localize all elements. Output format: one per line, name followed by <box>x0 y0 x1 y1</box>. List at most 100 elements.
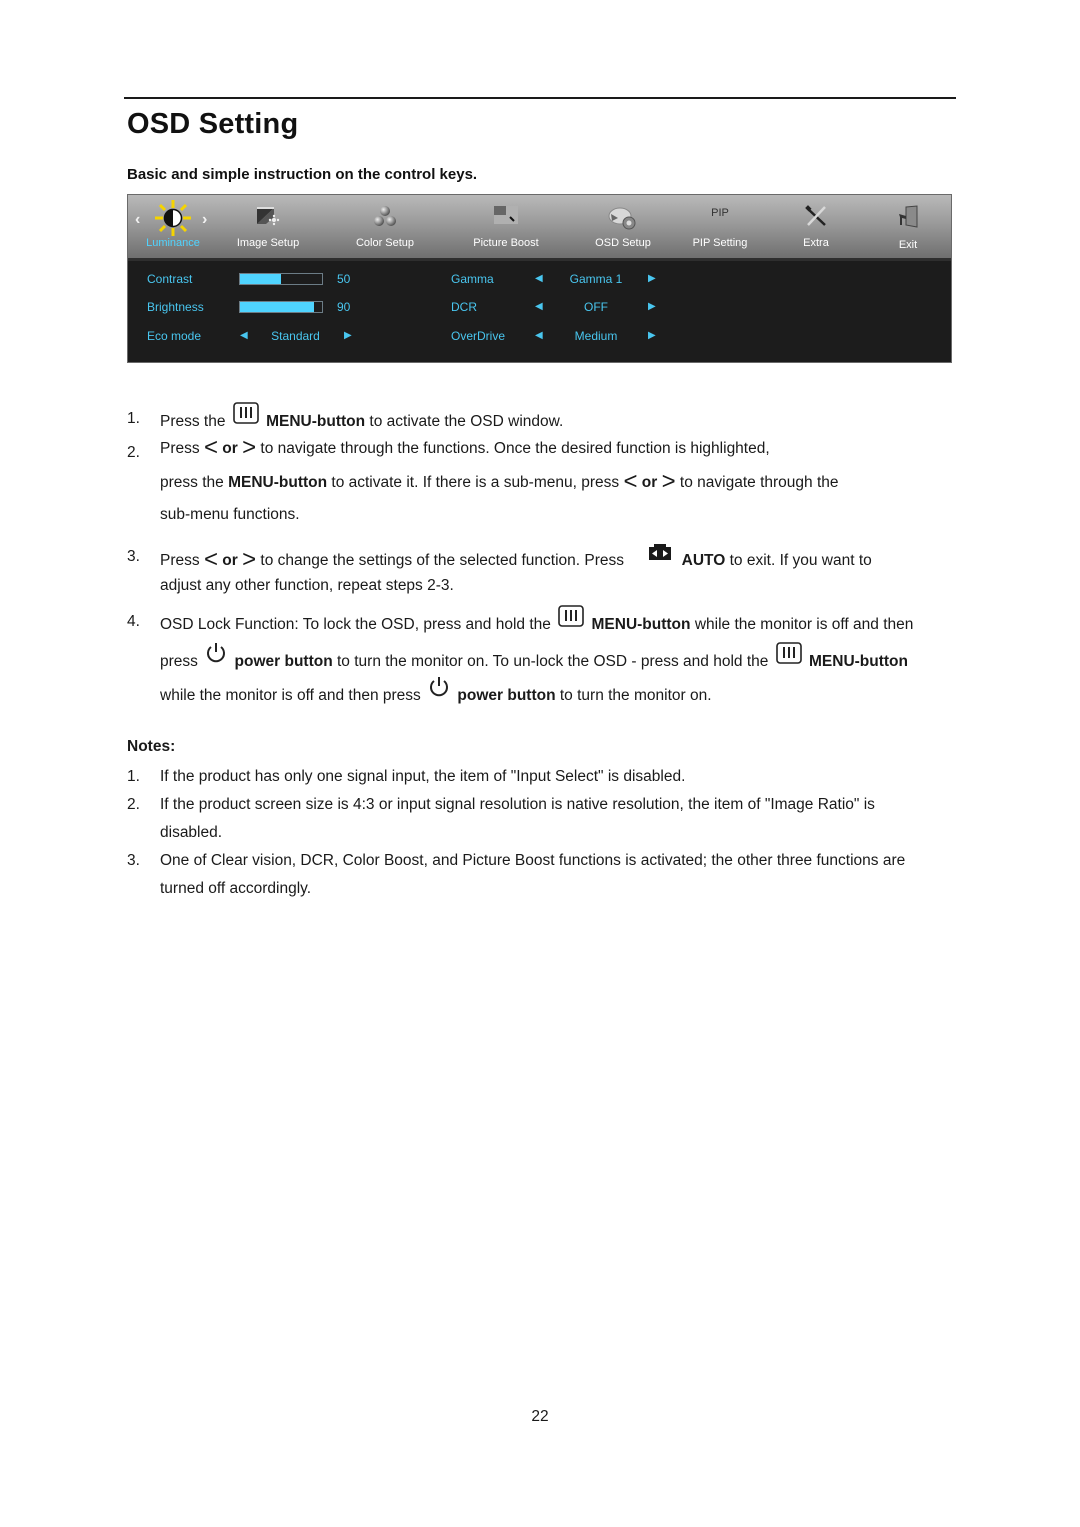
tools-icon <box>804 205 828 232</box>
power-button-label: power button <box>457 687 556 704</box>
osd-tab-label: Image Setup <box>236 237 300 249</box>
or-label: or <box>222 440 238 457</box>
step-text: press <box>160 653 198 670</box>
or-label: or <box>222 552 238 569</box>
chevron-left-icon: < <box>623 468 638 495</box>
note-1-number: 1. <box>127 768 140 785</box>
overdrive-left-arrow-icon: ◀ <box>535 330 543 341</box>
notes-heading: Notes: <box>127 738 176 755</box>
step-1-number: 1. <box>127 410 140 427</box>
osd-setup-icon <box>608 205 638 236</box>
overdrive-value: Medium <box>574 329 618 343</box>
osd-tab-luminance: Luminance <box>133 195 213 258</box>
setting-label-gamma: Gamma <box>451 272 494 286</box>
setting-label-overdrive: OverDrive <box>451 329 506 343</box>
step-4-line-3: while the monitor is off and then press … <box>160 676 712 705</box>
gamma-left-arrow-icon: ◀ <box>535 273 543 284</box>
step-4-line-1: OSD Lock Function: To lock the OSD, pres… <box>160 605 913 634</box>
step-text: to turn the monitor on. To un-lock the O… <box>337 653 769 670</box>
step-text: while the monitor is off and then <box>694 616 914 633</box>
osd-tab-label: OSD Setup <box>595 237 651 249</box>
power-icon <box>428 676 450 703</box>
menu-button-label: MENU-button <box>591 616 691 633</box>
osd-menu-screenshot: ‹ › Luminance Image Setup Color Setup Pi… <box>127 194 952 363</box>
eco-mode-right-arrow-icon: ▶ <box>344 330 352 341</box>
menu-button-label: MENU-button <box>266 413 366 430</box>
step-text: OSD Lock Function: To lock the OSD, pres… <box>160 616 551 633</box>
step-3-line-2: adjust any other function, repeat steps … <box>160 577 454 594</box>
dcr-value: OFF <box>584 300 608 314</box>
exit-door-icon <box>897 205 919 234</box>
dcr-left-arrow-icon: ◀ <box>535 301 543 312</box>
osd-settings-panel: Contrast 50 Brightness 90 Eco mode ◀ Sta… <box>128 261 951 364</box>
step-2-line-3: sub-menu functions. <box>160 506 300 523</box>
section-subtitle: Basic and simple instruction on the cont… <box>127 166 478 183</box>
chevron-left-icon: < <box>203 434 218 461</box>
brightness-value: 90 <box>337 300 351 314</box>
osd-tab-label: PIP Setting <box>692 237 748 249</box>
note-2-line-2: disabled. <box>160 824 223 841</box>
osd-tab-exit: Exit <box>868 195 948 258</box>
step-text: to navigate through the <box>679 474 839 491</box>
pip-icon: PIP <box>711 207 729 219</box>
chevron-right-icon: > <box>661 468 676 495</box>
osd-tab-bar: ‹ › Luminance Image Setup Color Setup Pi… <box>128 195 951 258</box>
step-1-line: Press the MENU-button to activate the OS… <box>160 402 563 431</box>
note-3-line-2: turned off accordingly. <box>160 880 312 897</box>
osd-tab-label: Extra <box>803 237 829 249</box>
step-text: to activate the OSD window. <box>369 413 564 430</box>
osd-tab-label: Exit <box>898 239 918 251</box>
setting-label-contrast: Contrast <box>147 272 193 286</box>
power-button-label: power button <box>234 653 333 670</box>
step-3-line-1: Press < or > to change the settings of t… <box>160 544 872 573</box>
osd-tab-label: Luminance <box>146 237 200 249</box>
chevron-left-icon: < <box>203 546 218 573</box>
image-setup-icon <box>254 205 282 232</box>
step-text: to turn the monitor on. <box>559 687 712 704</box>
step-text: to activate it. If there is a sub-menu, … <box>331 474 620 491</box>
sun-contrast-icon <box>153 199 193 242</box>
eco-mode-value: Standard <box>271 329 320 343</box>
step-2-line-2: press the MENU-button to activate it. If… <box>160 468 839 495</box>
overdrive-right-arrow-icon: ▶ <box>648 330 656 341</box>
step-4-number: 4. <box>127 613 140 630</box>
brightness-slider-fill <box>240 302 314 312</box>
color-balls-icon <box>373 205 397 232</box>
gamma-right-arrow-icon: ▶ <box>648 273 656 284</box>
menu-button-label: MENU-button <box>228 474 328 491</box>
note-2-number: 2. <box>127 796 140 813</box>
picture-boost-icon <box>493 205 519 230</box>
setting-label-eco-mode: Eco mode <box>147 329 202 343</box>
step-text: Press <box>160 440 200 457</box>
step-text: to change the settings of the selected f… <box>260 552 625 569</box>
dcr-right-arrow-icon: ▶ <box>648 301 656 312</box>
step-3-number: 3. <box>127 548 140 565</box>
contrast-value: 50 <box>337 272 351 286</box>
auto-button-label: AUTO <box>681 552 726 569</box>
contrast-slider <box>239 273 323 285</box>
note-3-number: 3. <box>127 852 140 869</box>
osd-tab-color-setup: Color Setup <box>345 195 425 258</box>
or-label: or <box>641 474 658 491</box>
step-text: press the <box>160 474 224 491</box>
eco-mode-left-arrow-icon: ◀ <box>240 330 248 341</box>
step-text: Press <box>160 552 200 569</box>
header-rule <box>124 97 956 99</box>
osd-tab-image-setup: Image Setup <box>228 195 308 258</box>
note-2-line-1: If the product screen size is 4:3 or inp… <box>160 796 875 813</box>
menu-button-icon <box>558 605 584 632</box>
menu-button-label: MENU-button <box>809 653 908 670</box>
osd-tab-picture-boost: Picture Boost <box>464 195 548 258</box>
step-text: to exit. If you want to <box>729 552 872 569</box>
osd-tab-osd-setup: OSD Setup <box>583 195 663 258</box>
menu-button-icon <box>232 402 259 429</box>
step-text: while the monitor is off and then press <box>160 687 421 704</box>
step-text: Press the <box>160 413 226 430</box>
chevron-right-icon: > <box>242 546 257 573</box>
brightness-slider <box>239 301 323 313</box>
power-icon <box>205 642 227 669</box>
osd-tab-label: Color Setup <box>355 237 415 249</box>
step-text: to navigate through the functions. Once … <box>260 440 770 457</box>
step-2-line-1: Press < or > to navigate through the fun… <box>160 434 770 461</box>
contrast-slider-fill <box>240 274 281 284</box>
